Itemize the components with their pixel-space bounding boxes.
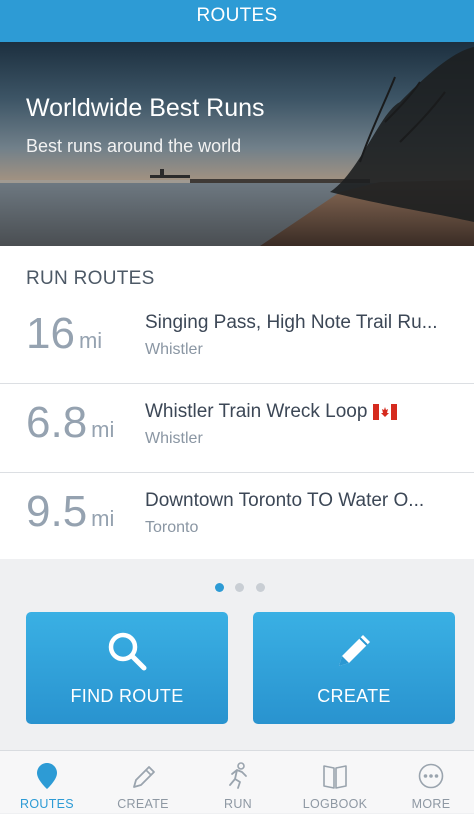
book-icon <box>323 765 347 789</box>
page-indicator[interactable] <box>0 583 474 595</box>
distance-value: 6.8 <box>26 398 88 447</box>
tab-create[interactable]: CREATE <box>96 751 190 814</box>
route-row[interactable]: 16 mi Singing Pass, High Note Trail Ru...… <box>0 295 474 384</box>
featured-banner[interactable]: Worldwide Best Runs Best runs around the… <box>0 42 474 246</box>
page-dot[interactable] <box>256 583 265 592</box>
route-location: Whistler <box>145 430 203 447</box>
find-route-button[interactable]: FIND ROUTE <box>26 612 228 724</box>
create-button[interactable]: CREATE <box>253 612 455 724</box>
tab-run[interactable]: RUN <box>191 751 285 814</box>
route-name: Whistler Train Wreck Loop <box>145 401 450 423</box>
distance-unit: mi <box>91 506 115 531</box>
pencil-icon <box>339 635 370 666</box>
route-location: Toronto <box>145 519 199 536</box>
find-route-label: FIND ROUTE <box>70 686 184 706</box>
route-distance: 9.5 mi <box>26 487 114 537</box>
distance-value: 9.5 <box>26 487 88 536</box>
route-row[interactable]: 9.5 mi Downtown Toronto TO Water O... Tor… <box>0 473 474 562</box>
tab-routes[interactable]: ROUTES <box>0 751 94 814</box>
tab-label: CREATE <box>117 797 169 811</box>
distance-value: 16 <box>26 309 75 358</box>
page-title: ROUTES <box>196 5 278 26</box>
tab-bar: ROUTES CREATE RUN LOGBOOK MORE <box>0 750 474 813</box>
section-title: RUN ROUTES <box>26 268 155 289</box>
page-dot[interactable] <box>235 583 244 592</box>
more-icon <box>418 763 444 789</box>
navigation-bar: ROUTES <box>0 0 474 42</box>
route-name: Downtown Toronto TO Water O... <box>145 490 425 511</box>
create-label: CREATE <box>317 686 391 706</box>
banner-subtitle: Best runs around the world <box>26 136 242 156</box>
location-pin-icon <box>37 763 57 789</box>
pencil-icon <box>133 766 155 788</box>
tab-label: MORE <box>411 797 451 811</box>
distance-unit: mi <box>91 417 115 442</box>
tab-label: RUN <box>224 797 252 811</box>
page-dot-active[interactable] <box>215 583 224 592</box>
route-row[interactable]: 6.8 mi Whistler Train Wreck Loop Whistler <box>0 384 474 473</box>
tab-logbook[interactable]: LOGBOOK <box>288 751 382 814</box>
route-name: Singing Pass, High Note Trail Ru... <box>145 312 438 333</box>
runner-icon <box>229 762 247 789</box>
tab-label: LOGBOOK <box>302 797 368 811</box>
tab-label: ROUTES <box>20 797 74 811</box>
route-distance: 6.8 mi <box>26 398 114 448</box>
canada-flag-icon <box>373 403 398 420</box>
tab-more[interactable]: MORE <box>384 751 474 814</box>
route-location: Whistler <box>145 341 203 358</box>
banner-title: Worldwide Best Runs <box>26 94 265 122</box>
route-name-text: Whistler Train Wreck Loop <box>145 401 368 422</box>
distance-unit: mi <box>78 328 103 353</box>
search-icon <box>108 632 147 671</box>
route-distance: 16 mi <box>26 309 102 359</box>
run-routes-card: RUN ROUTES 16 mi Singing Pass, High Note … <box>0 246 474 559</box>
